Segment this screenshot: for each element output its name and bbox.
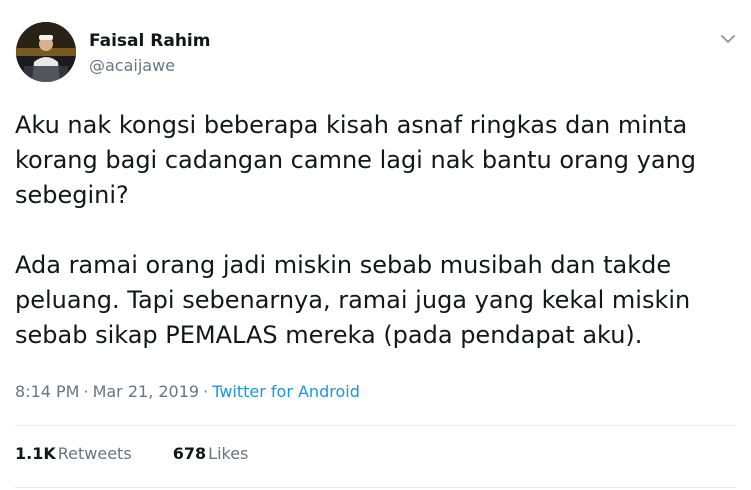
- tweet-card: Faisal Rahim @acaijawe Aku nak kongsi be…: [0, 0, 751, 490]
- tweet-line: Ada ramai orang jadi miskin sebab musiba…: [15, 251, 672, 279]
- tweet-source-link[interactable]: Twitter for Android: [212, 382, 360, 401]
- tweet-metadata: 8:14 PM · Mar 21, 2019 · Twitter for Android: [15, 382, 360, 401]
- tweet-paragraph-1: Aku nak kongsi beberapa kisah asnaf ring…: [15, 108, 740, 213]
- tweet-paragraph-2: Ada ramai orang jadi miskin sebab musiba…: [15, 248, 740, 353]
- author-handle[interactable]: @acaijawe: [89, 56, 175, 75]
- meta-separator: ·: [203, 382, 209, 401]
- retweets-stat[interactable]: 1.1K Retweets: [15, 444, 132, 463]
- author-avatar[interactable]: [16, 22, 76, 82]
- tweet-text: Aku nak kongsi beberapa kisah asnaf ring…: [15, 108, 740, 353]
- profile-avatar-image: [16, 22, 76, 82]
- likes-label: Likes: [208, 444, 249, 463]
- tweet-stats: 1.1K Retweets 678 Likes: [15, 444, 284, 463]
- retweets-count: 1.1K: [15, 444, 56, 463]
- tweet-line: peluang. Tapi sebenarnya, ramai juga yan…: [15, 286, 691, 314]
- divider: [15, 425, 736, 426]
- chevron-down-icon[interactable]: [716, 27, 740, 51]
- tweet-time[interactable]: 8:14 PM: [15, 382, 79, 401]
- divider: [15, 487, 736, 488]
- retweets-label: Retweets: [57, 444, 132, 463]
- tweet-line: sebab sikap PEMALAS mereka (pada pendapa…: [15, 321, 643, 349]
- tweet-line: Aku nak kongsi beberapa kisah asnaf ring…: [15, 111, 688, 139]
- likes-count: 678: [172, 444, 207, 463]
- author-display-name[interactable]: Faisal Rahim: [89, 31, 210, 51]
- tweet-line: korang bagi cadangan camne lagi nak bant…: [15, 146, 697, 174]
- meta-separator: ·: [83, 382, 89, 401]
- likes-stat[interactable]: 678 Likes: [173, 444, 249, 463]
- tweet-date[interactable]: Mar 21, 2019: [93, 382, 200, 401]
- tweet-line: sebegini?: [15, 181, 129, 209]
